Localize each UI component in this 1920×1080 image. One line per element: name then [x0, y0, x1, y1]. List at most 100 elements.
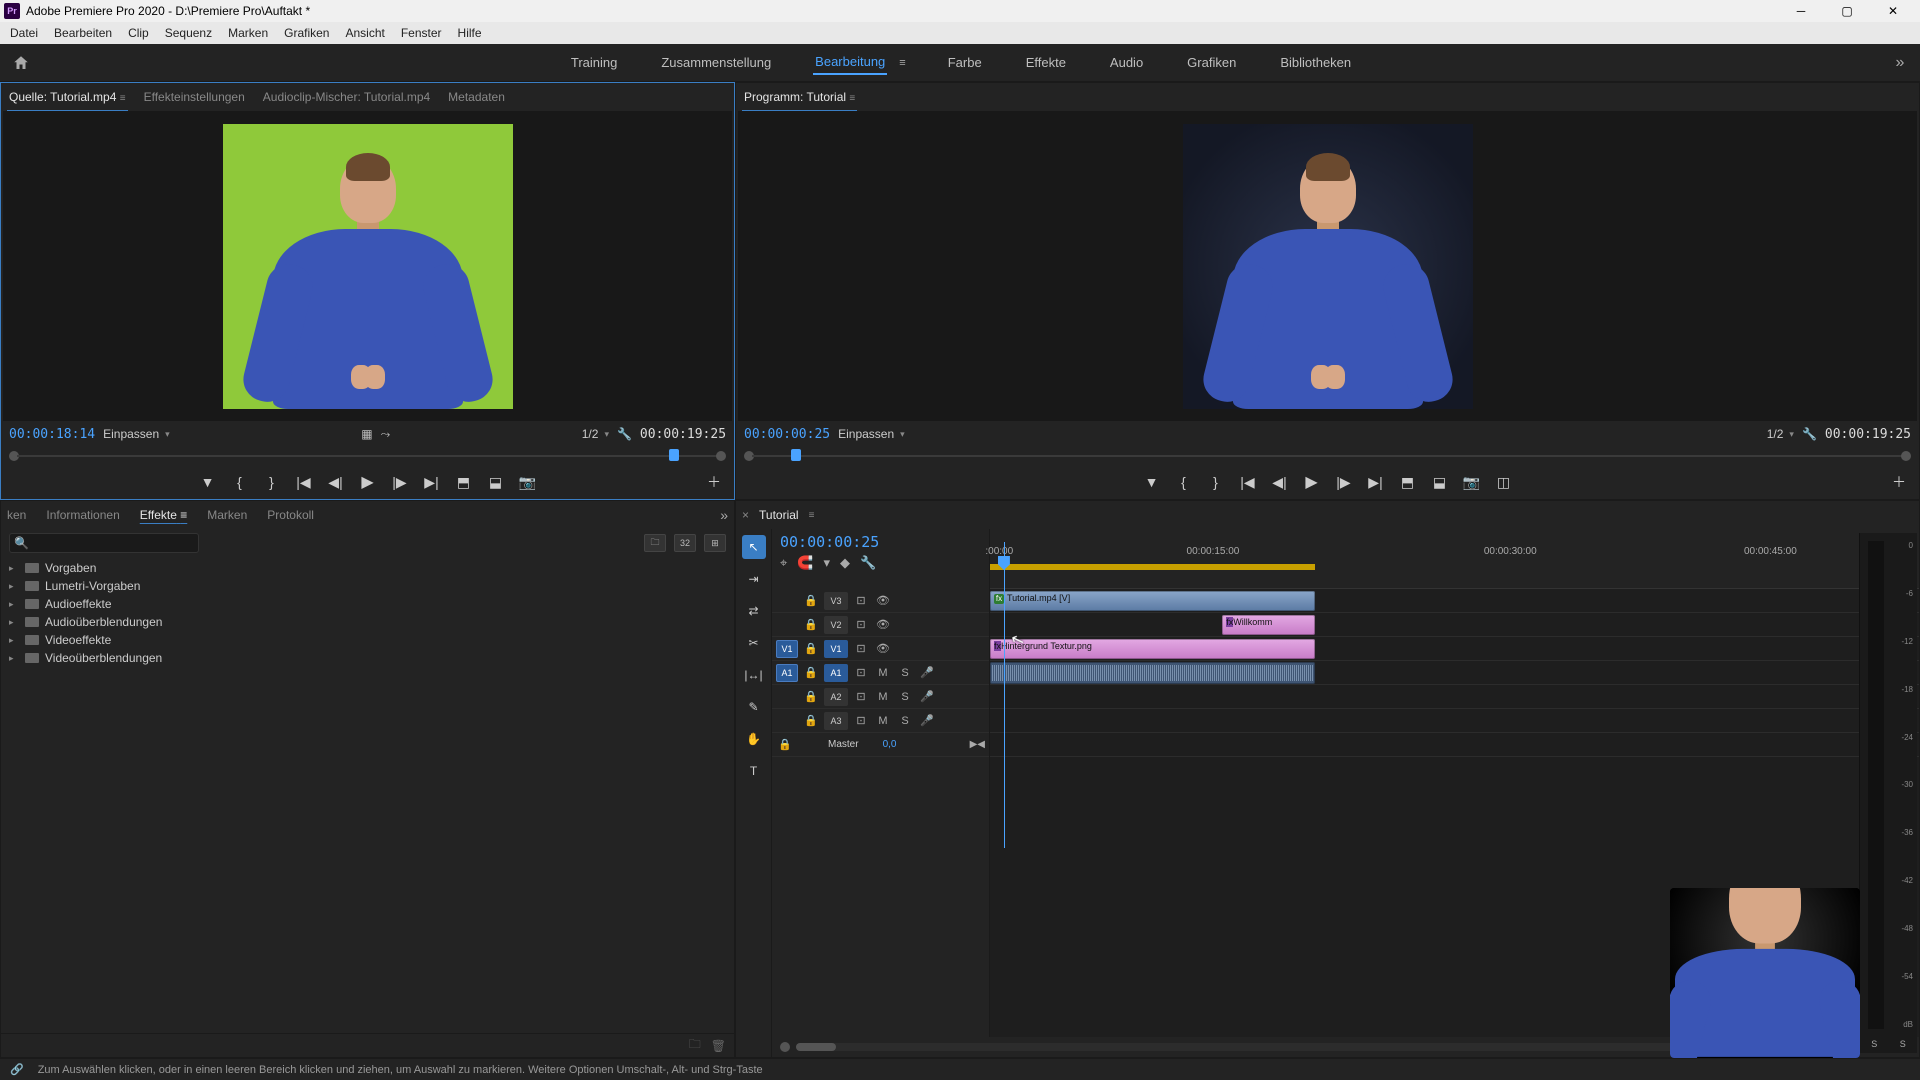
menu-marken[interactable]: Marken	[220, 23, 276, 43]
sequence-menu-icon[interactable]: ≡	[809, 510, 815, 521]
track-header-a2[interactable]: 🔒 A2 ⊡ M S 🎤	[772, 685, 989, 709]
source-settings-icon[interactable]: 🔧	[617, 427, 632, 441]
workspace-overflow-button[interactable]: »	[1880, 54, 1920, 72]
tab-informationen[interactable]: Informationen	[46, 508, 119, 522]
solo-button[interactable]: S	[896, 665, 914, 681]
track-header-a3[interactable]: 🔒 A3 ⊡ M S 🎤	[772, 709, 989, 733]
new-bin-icon[interactable]: 🗀	[689, 1035, 701, 1056]
tab-source[interactable]: Quelle: Tutorial.mp4 ≡	[7, 86, 128, 108]
minimize-button[interactable]: ─	[1778, 0, 1824, 22]
mark-in-button[interactable]: {	[230, 472, 250, 492]
workspace-grafiken[interactable]: Grafiken	[1185, 51, 1238, 74]
effects-search-box[interactable]: 🔍	[9, 533, 199, 553]
panel-overflow-button[interactable]: »	[720, 507, 728, 523]
lock-icon[interactable]: 🔒	[802, 593, 820, 609]
maximize-button[interactable]: ▢	[1824, 0, 1870, 22]
mute-button[interactable]: M	[874, 689, 892, 705]
workspace-effekte[interactable]: Effekte	[1024, 51, 1068, 74]
comparison-view-button[interactable]: ◫	[1494, 472, 1514, 492]
mute-button[interactable]: M	[874, 713, 892, 729]
razor-tool[interactable]: ✂	[742, 631, 766, 655]
source-drag-video-icon[interactable]: ▦	[361, 427, 372, 441]
ripple-edit-tool[interactable]: ⇄	[742, 599, 766, 623]
tab-audio-mixer[interactable]: Audioclip-Mischer: Tutorial.mp4	[261, 86, 432, 108]
timeline-ruler[interactable]: :00:00 00:00:15:00 00:00:30:00 00:00:45:…	[990, 529, 1919, 589]
track-select-tool[interactable]: ⇥	[742, 567, 766, 591]
lock-icon[interactable]: 🔒	[802, 641, 820, 657]
settings-wrench-icon[interactable]: 🔧	[860, 555, 876, 571]
eye-icon[interactable]: 👁	[874, 593, 892, 609]
clip-v3-tutorial[interactable]: fxTutorial.mp4 [V]	[990, 591, 1315, 611]
track-header-master[interactable]: 🔒 Master 0,0 ▶◀	[772, 733, 989, 757]
solo-button[interactable]: S	[896, 713, 914, 729]
close-button[interactable]: ✕	[1870, 0, 1916, 22]
voice-over-button[interactable]: 🎤	[918, 713, 936, 729]
tree-item-lumetri[interactable]: ▸Lumetri-Vorgaben	[9, 577, 726, 595]
step-forward-button[interactable]: |▶	[390, 472, 410, 492]
mark-out-button[interactable]: }	[1206, 472, 1226, 492]
effects-search-input[interactable]	[29, 537, 194, 549]
home-button[interactable]	[0, 54, 42, 72]
go-to-out-button[interactable]: ▶|	[422, 472, 442, 492]
menu-hilfe[interactable]: Hilfe	[450, 23, 490, 43]
menu-grafiken[interactable]: Grafiken	[276, 23, 337, 43]
tree-item-vorgaben[interactable]: ▸Vorgaben	[9, 559, 726, 577]
work-area-bar[interactable]	[990, 564, 1315, 570]
track-label[interactable]: A2	[824, 688, 848, 706]
clip-a1-audio[interactable]	[990, 662, 1315, 684]
menu-clip[interactable]: Clip	[120, 23, 157, 43]
source-timecode-in[interactable]: 00:00:18:14	[9, 427, 95, 442]
tab-truncated[interactable]: ken	[7, 508, 26, 522]
program-playhead[interactable]	[791, 449, 801, 461]
tree-item-audioeffekte[interactable]: ▸Audioeffekte	[9, 595, 726, 613]
go-to-in-button[interactable]: |◀	[1238, 472, 1258, 492]
lock-icon[interactable]: 🔒	[802, 713, 820, 729]
track-header-a1[interactable]: A1 🔒 A1 ⊡ M S 🎤	[772, 661, 989, 685]
tab-marken[interactable]: Marken	[207, 508, 247, 522]
accelerated-badge[interactable]: 32	[674, 534, 696, 552]
track-label[interactable]: A1	[824, 664, 848, 682]
lock-icon[interactable]: 🔒	[802, 689, 820, 705]
menu-ansicht[interactable]: Ansicht	[337, 23, 392, 43]
pen-tool[interactable]: ✎	[742, 695, 766, 719]
timeline-timecode[interactable]: 00:00:00:25	[780, 533, 981, 551]
snap-toggle[interactable]: ⌖	[780, 555, 787, 571]
step-back-button[interactable]: ◀|	[326, 472, 346, 492]
voice-over-button[interactable]: 🎤	[918, 665, 936, 681]
extract-button[interactable]: ⬓	[1430, 472, 1450, 492]
add-marker-button[interactable]: ▼	[198, 472, 218, 492]
tab-effect-controls[interactable]: Effekteinstellungen	[142, 86, 247, 108]
lock-icon[interactable]: 🔒	[802, 617, 820, 633]
program-settings-icon[interactable]: 🔧	[1802, 427, 1817, 441]
tree-item-videoueberblendungen[interactable]: ▸Videoüberblendungen	[9, 649, 726, 667]
mute-button[interactable]: M	[874, 665, 892, 681]
lock-icon[interactable]: 🔒	[776, 737, 794, 753]
go-to-out-button[interactable]: ▶|	[1366, 472, 1386, 492]
button-editor-button[interactable]: ＋	[704, 472, 724, 492]
master-value[interactable]: 0,0	[883, 739, 897, 750]
workspace-menu-icon[interactable]: ≡	[899, 57, 905, 69]
mark-out-button[interactable]: }	[262, 472, 282, 492]
type-tool[interactable]: T	[742, 759, 766, 783]
program-resolution-select[interactable]: 1/2▾	[1767, 427, 1794, 441]
solo-button[interactable]: S	[896, 689, 914, 705]
menu-fenster[interactable]: Fenster	[393, 23, 450, 43]
track-header-v2[interactable]: 🔒 V2 ⊡ 👁	[772, 613, 989, 637]
workspace-bearbeitung[interactable]: Bearbeitung	[813, 50, 887, 75]
sync-lock-icon[interactable]: ⊡	[852, 665, 870, 681]
source-scrub-bar[interactable]	[9, 447, 726, 465]
tree-item-audioueberblendungen[interactable]: ▸Audioüberblendungen	[9, 613, 726, 631]
eye-icon[interactable]: 👁	[874, 641, 892, 657]
zoom-thumb[interactable]	[796, 1043, 836, 1051]
source-viewer[interactable]	[3, 111, 732, 421]
overwrite-button[interactable]: ⬓	[486, 472, 506, 492]
tab-menu-icon[interactable]: ≡	[120, 93, 126, 104]
source-drag-audio-icon[interactable]: ⤳	[381, 427, 391, 442]
step-back-button[interactable]: ◀|	[1270, 472, 1290, 492]
delete-icon[interactable]: 🗑	[711, 1039, 726, 1053]
menu-bearbeiten[interactable]: Bearbeiten	[46, 23, 120, 43]
tab-menu-icon[interactable]: ≡	[849, 93, 855, 104]
menu-sequenz[interactable]: Sequenz	[157, 23, 220, 43]
scrub-knob-right[interactable]	[716, 451, 726, 461]
program-zoom-select[interactable]: Einpassen▾	[838, 427, 905, 441]
